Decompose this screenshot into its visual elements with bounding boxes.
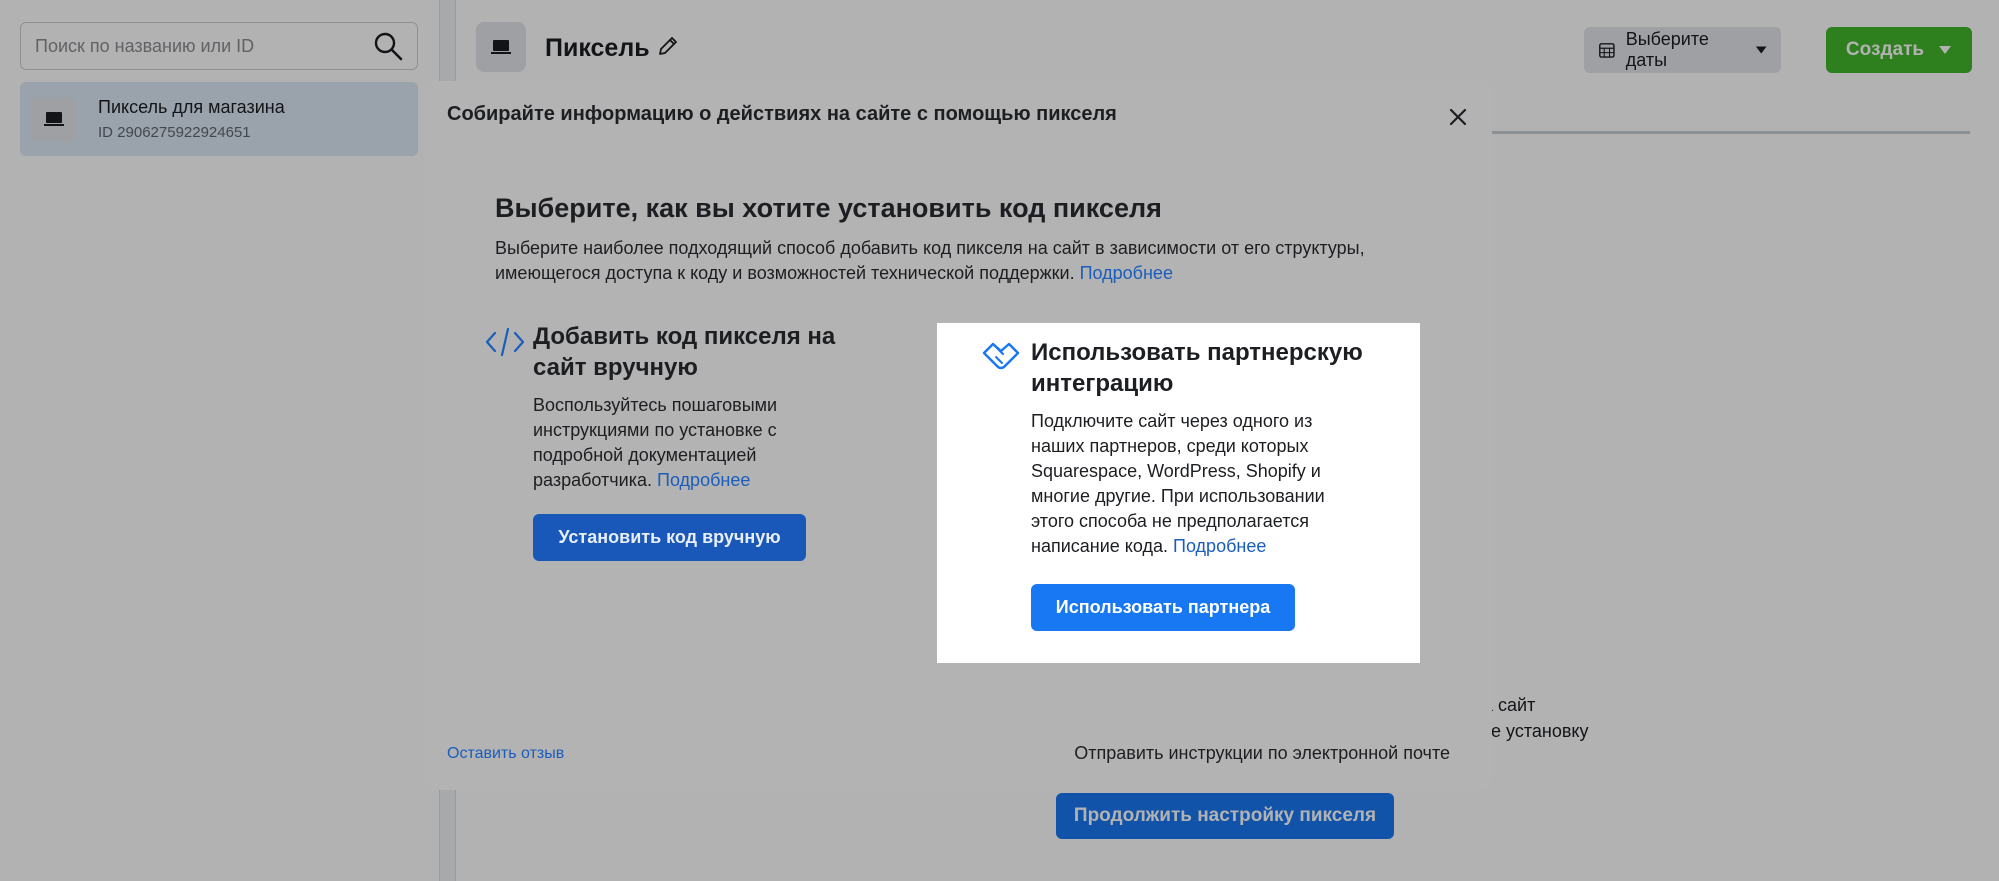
option-desc-line: инструкциями по установке с <box>533 420 777 440</box>
use-partner-button[interactable]: Использовать партнера <box>1031 584 1295 631</box>
option-desc-line: написание кода. <box>1031 536 1168 556</box>
dialog-title: Собирайте информацию о действиях на сайт… <box>447 103 1117 125</box>
option-desc-line: Подключите сайт через одного из <box>1031 411 1313 431</box>
option-desc-line: Воспользуйтесь пошаговыми <box>533 395 778 415</box>
option-title-line: Использовать партнерскую <box>1031 339 1363 366</box>
option-partner[interactable]: Использовать партнерскую интеграцию Подк… <box>937 323 1420 663</box>
close-icon <box>1449 108 1467 126</box>
option-title-line: сайт вручную <box>533 354 698 381</box>
option-title-line: Добавить код пикселя на <box>533 323 836 350</box>
option-desc-line: разработчика. <box>533 470 652 490</box>
option-title: Добавить код пикселя на сайт вручную <box>533 321 835 383</box>
option-desc-line: подробной документацией <box>533 445 757 465</box>
learn-more-link[interactable]: Подробнее <box>1080 263 1173 283</box>
option-desc-line: этого способа не предполагается <box>1031 511 1309 531</box>
section-description: Выберите наиболее подходящий способ доба… <box>495 236 1425 286</box>
option-title-line: интеграцию <box>1031 370 1174 397</box>
option-desc-line: Squarespace, WordPress, Shopify и <box>1031 461 1321 481</box>
install-manually-button[interactable]: Установить код вручную <box>533 514 806 561</box>
install-pixel-dialog: Собирайте информацию о действиях на сайт… <box>425 81 1492 790</box>
code-icon <box>485 327 525 357</box>
close-button[interactable] <box>1443 102 1473 132</box>
option-desc-line: наших партнеров, среди которых <box>1031 436 1309 456</box>
option-title: Использовать партнерскую интеграцию <box>1031 337 1363 399</box>
handshake-icon <box>982 342 1020 370</box>
feedback-link[interactable]: Оставить отзыв <box>447 745 564 763</box>
option-desc-line: многие другие. При использовании <box>1031 486 1325 506</box>
section-title: Выберите, как вы хотите установить код п… <box>495 193 1162 223</box>
option-description: Воспользуйтесь пошаговыми инструкциями п… <box>533 393 777 493</box>
section-desc-line: Выберите наиболее подходящий способ доба… <box>495 238 1365 258</box>
option-description: Подключите сайт через одного из наших па… <box>1031 409 1325 559</box>
learn-more-link[interactable]: Подробнее <box>1173 536 1266 556</box>
learn-more-link[interactable]: Подробнее <box>657 470 750 490</box>
email-instructions-link[interactable]: Отправить инструкции по электронной почт… <box>1074 743 1450 764</box>
section-desc-line: имеющегося доступа к коду и возможностей… <box>495 263 1075 283</box>
option-manual[interactable]: Добавить код пикселя на сайт вручную Вос… <box>485 321 885 581</box>
